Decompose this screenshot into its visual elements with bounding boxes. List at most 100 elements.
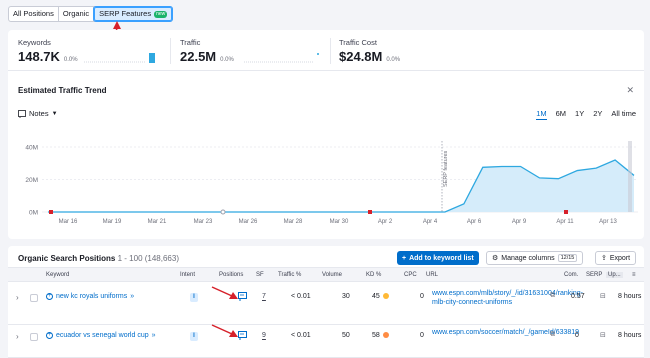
metric-keywords[interactable]: Keywords 148.7K 0.0%: [18, 38, 78, 64]
competition-value: 0: [575, 332, 579, 339]
keyword-link[interactable]: + ecuador vs senegal world cup »: [46, 332, 156, 339]
col-updated[interactable]: Up...: [606, 272, 623, 278]
col-com[interactable]: Com.: [564, 272, 578, 278]
chevron-down-icon: ▼: [51, 110, 58, 117]
sf-count[interactable]: 7: [262, 293, 266, 300]
url-link[interactable]: www.espn.com/mlb/story/_/id/31631004/ran…: [432, 289, 583, 307]
metric-traffic[interactable]: Traffic 22.5M 0.0%: [180, 38, 234, 64]
notes-dropdown[interactable]: Notes ▼: [18, 109, 58, 118]
col-url[interactable]: URL: [426, 272, 438, 278]
traffic-value: < 0.01: [291, 332, 311, 339]
metric-divider: [330, 38, 331, 64]
x-tick-label: Mar 19: [103, 219, 122, 225]
range-2y[interactable]: 2Y: [593, 109, 602, 120]
external-link-icon[interactable]: ⧉: [550, 292, 555, 300]
external-link-icon[interactable]: ⧉: [550, 331, 555, 339]
col-volume[interactable]: Volume: [322, 272, 342, 278]
range-1y[interactable]: 1Y: [575, 109, 584, 120]
col-intent[interactable]: Intent: [180, 272, 195, 278]
range-6m[interactable]: 6M: [556, 109, 566, 120]
intent-badge[interactable]: I: [190, 332, 198, 341]
manage-columns-button[interactable]: ⚙ Manage columns 12/15: [486, 251, 584, 265]
add-keyword-icon: +: [46, 332, 53, 339]
gear-icon: ⚙: [492, 255, 499, 262]
export-label: Export: [609, 254, 631, 262]
serp-icon[interactable]: ⊟: [600, 331, 606, 339]
tab-serp-features-label: SERP Features: [99, 9, 152, 18]
range-1m[interactable]: 1M: [536, 109, 547, 120]
metric-divider: [170, 38, 171, 64]
export-icon: ⇪: [601, 255, 607, 262]
x-tick-label: Apr 4: [423, 219, 438, 225]
series-area: [48, 160, 634, 212]
row-checkbox[interactable]: [30, 333, 38, 341]
col-cpc[interactable]: CPC: [404, 272, 417, 278]
col-traffic[interactable]: Traffic %: [278, 272, 301, 278]
add-button-label: Add to keyword list: [409, 254, 474, 262]
event-marker: [368, 210, 372, 214]
expand-chevron-icon[interactable]: ›: [16, 293, 19, 302]
keyword-link[interactable]: + new kc royals uniforms »: [46, 293, 134, 300]
position-type-tabs: All Positions Organic SERP Features new: [8, 6, 174, 22]
sort-icon[interactable]: ≡: [632, 272, 636, 278]
expand-chevron-icon[interactable]: ›: [16, 332, 19, 341]
x-tick-label: Apr 11: [556, 219, 574, 225]
metric-change: 0.0%: [220, 57, 234, 63]
notes-label: Notes: [29, 109, 49, 118]
traffic-trend-chart: 40M 20M 0M SERP features Mar 16 Mar 19 Mar 21 M…: [25, 141, 638, 225]
competition-value: 0.57: [571, 293, 585, 300]
sf-count[interactable]: 9: [262, 332, 266, 339]
x-tick-label: Mar 23: [194, 219, 213, 225]
kd-dot: [382, 293, 389, 300]
cpc-value: 0: [420, 293, 424, 300]
keyword-text: new kc royals uniforms: [56, 293, 128, 300]
metric-label: Traffic Cost: [339, 38, 377, 47]
col-sf[interactable]: SF: [256, 272, 264, 278]
keywords-sparkline: [84, 53, 155, 63]
red-arrow-annotation: [211, 286, 238, 299]
kd-number: 58: [372, 332, 380, 339]
url-link[interactable]: www.espn.com/soccer/match/_/gameId/63381…: [432, 328, 579, 337]
positions-title: Organic Search Positions 1 - 100 (148,66…: [18, 254, 179, 263]
table-header: Keyword Intent Positions SF Traffic % Vo…: [8, 267, 644, 282]
event-marker: [564, 210, 568, 214]
volume-value: 50: [342, 332, 350, 339]
tab-serp-features[interactable]: SERP Features new: [93, 6, 174, 22]
col-serp[interactable]: SERP: [586, 272, 602, 278]
metric-change: 0.0%: [63, 57, 78, 63]
x-tick-label: Mar 28: [284, 219, 303, 225]
metric-value: 22.5M: [180, 49, 217, 64]
range-all-time[interactable]: All time: [611, 109, 636, 120]
updated-value: 8 hours: [618, 332, 642, 339]
red-arrow-annotation: [211, 324, 238, 337]
range-marker: [628, 141, 632, 212]
col-keyword[interactable]: Keyword: [46, 272, 69, 278]
event-marker: [49, 210, 53, 214]
serp-icon[interactable]: ⊟: [600, 292, 606, 300]
metric-value: 148.7K: [18, 49, 60, 64]
tab-organic[interactable]: Organic: [59, 7, 95, 21]
intent-badge[interactable]: I: [190, 293, 198, 302]
updated-value: 8 hours: [618, 293, 642, 300]
col-kd[interactable]: KD %: [366, 272, 381, 278]
metric-value: $24.8M: [339, 49, 383, 64]
export-button[interactable]: ⇪ Export: [595, 251, 637, 265]
add-to-keyword-list-button[interactable]: + Add to keyword list: [397, 251, 479, 265]
table-row: › + new kc royals uniforms » I 7 < 0.01 …: [8, 283, 644, 325]
serp-annotation-label: SERP features: [443, 150, 449, 187]
traffic-value: < 0.01: [291, 293, 311, 300]
positions-range: 1 - 100 (148,663): [117, 254, 179, 263]
manage-columns-label: Manage columns: [501, 254, 555, 262]
row-checkbox[interactable]: [30, 294, 38, 302]
notes-icon: [18, 109, 26, 118]
x-tick-label: Mar 21: [148, 219, 167, 225]
x-tick-label: Apr 9: [512, 219, 527, 225]
x-tick-label: Apr 2: [378, 219, 393, 225]
columns-count: 12/15: [557, 254, 578, 262]
tab-all-positions[interactable]: All Positions: [9, 7, 59, 21]
metric-traffic-cost[interactable]: Traffic Cost $24.8M 0.0%: [339, 38, 400, 64]
col-positions[interactable]: Positions: [219, 272, 243, 278]
close-icon[interactable]: ✕: [626, 85, 634, 96]
y-tick-label: 20M: [25, 177, 38, 184]
traffic-trend-panel: Estimated Traffic Trend ✕ Notes ▼ 1M 6M 1Y…: [8, 71, 644, 239]
